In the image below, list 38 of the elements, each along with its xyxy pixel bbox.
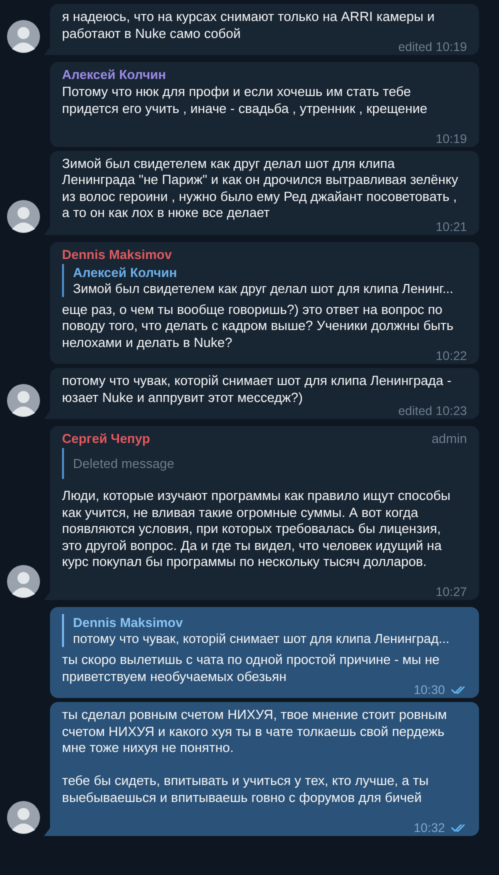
message-bubble[interactable] xyxy=(50,242,479,364)
message-time: 10:19 xyxy=(436,132,467,146)
message-time: edited 10:23 xyxy=(398,404,467,418)
admin-label: admin xyxy=(432,431,467,446)
message-text: Потому что нюк для профи и если хочешь им стать тебе придется его учить , иначе - свадьба , утренник , крещение xyxy=(62,84,428,116)
message-text: еще раз, о чем ты вообще говоришь?) это ответ на вопрос по поводу того, что делать с кадром выше? Ученики должны быть нелохами и делать в Nuke? xyxy=(62,302,454,350)
avatar-icon[interactable] xyxy=(7,20,40,53)
avatar-icon[interactable] xyxy=(7,800,40,834)
message-text: ты сделал ровным счетом НИХУЯ, твое мнение стоит ровным счетом НИХУЯ и какого хуя ты в чате толкаешь свой пердежь мне тоже нихуя не понятно. тебе бы сидеть, впитывать и учиться у тех, кто лучше, а ты выебываешься и впитываешь говно с форумов для бичей xyxy=(62,707,447,804)
reply-quote[interactable]: Dennis Maksimov потому что чувак, которій снимает шот для клипа Ленинград... xyxy=(62,614,467,647)
message-text: ты скоро вылетишь с чата по одной простой причине - мы не приветствуем необучаемых обезьян xyxy=(62,652,440,684)
reply-text: потому что чувак, которій снимает шот для клипа Ленинград... xyxy=(73,631,450,646)
sender-name[interactable]: Алексей Колчин xyxy=(62,67,166,82)
message-text: Зимой был свидетелем как друг делал шот для клипа Ленинграда "не Париж" и как он дрочился вытравливая зелёнку из волос героини , нужно было ему Ред джайант посоветовать , а то он как лох в нюке все делает xyxy=(62,156,458,220)
reply-text: Зимой был свидетелем как друг делал шот для клипа Ленинг... xyxy=(73,280,454,296)
reply-author: Dennis Maksimov xyxy=(73,615,184,630)
message-time: edited 10:19 xyxy=(398,40,467,54)
message-time: 10:32 xyxy=(414,820,445,834)
avatar-icon[interactable] xyxy=(7,200,40,232)
message-bubble[interactable]: Dennis Maksimov потому что чувак, которій снимает шот для клипа Ленинград... ты скоро вылетишь с чата по одной простой причине - мы не приветствуем необучаемых обезьян 10:30 xyxy=(50,607,479,698)
reply-quote[interactable]: Deleted message xyxy=(62,448,467,479)
reply-text: Deleted message xyxy=(73,456,176,471)
double-check-icon xyxy=(451,822,467,832)
reply-quote[interactable]: Алексей Колчин Зимой был свидетелем как друг делал шот для клипа Ленинг... xyxy=(62,264,467,296)
message-time: 10:27 xyxy=(436,585,467,599)
avatar-icon[interactable] xyxy=(7,565,40,598)
message-time: 10:21 xyxy=(436,220,467,234)
message-text: потому что чувак, которій снимает шот для клипа Ленинграда - юзает Nuke и аппрувит этот месседж?) xyxy=(62,373,452,404)
reply-author: Алексей Колчин xyxy=(73,264,178,280)
sender-name[interactable]: Dennis Maksimov xyxy=(62,246,172,262)
message-time: 10:30 xyxy=(414,683,445,697)
message-text: Люди, которые изучают программы как правило ищут способы как учится, не вливая такие огромные суммы. А вот когда появляются условия, при которых требовалась бы лицензия, это другой вопрос. Да и где ты видел, что человек идущий на курс покупал бы программы по нескольку тысяч долларов. xyxy=(62,488,450,569)
message-time: 10:22 xyxy=(436,349,467,363)
double-check-icon xyxy=(451,685,467,695)
message-bubble[interactable]: Алексей Колчин Потому что нюк для профи и если хочешь им стать тебе придется его учить , иначе - свадьба , утренник , крещение 10:19 xyxy=(50,62,479,146)
avatar-icon[interactable] xyxy=(7,384,40,417)
message-text: я надеюсь, что на курсах снимают только на ARRI камеры и работают в Nuke само собой xyxy=(62,9,435,40)
sender-name[interactable]: Сергей Чепур xyxy=(62,431,150,446)
